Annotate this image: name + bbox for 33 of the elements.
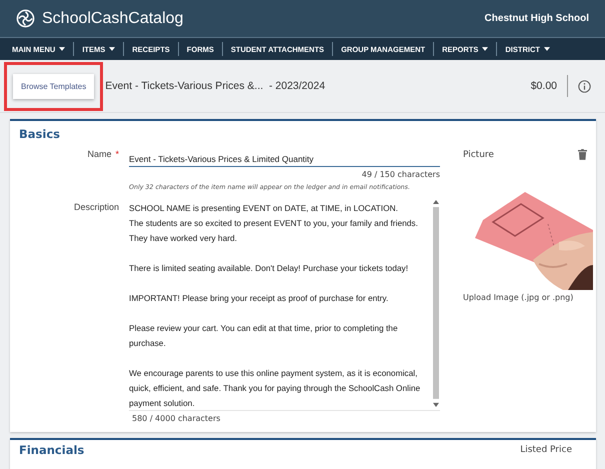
text-line: Please review your cart. You can edit at that time, prior to completing the [129,322,399,335]
listed-price-label: Listed Price [520,445,572,455]
trash-icon [578,149,587,160]
text-line: payment solution. [129,397,196,410]
caret-icon [109,47,116,51]
picture-label: Picture [463,150,494,160]
character-count: 580 / 4000 characters [132,414,222,423]
text-line: SCHOOL NAME is presenting EVENT on DATE, at TIME, in LOCATION. [129,202,400,215]
text-line: There is limited seating available. Don't Delay! Purchase your tickets today! [129,262,410,275]
info-icon [578,80,591,92]
text-line: quick, efficient, and safe. Thank you for paying through the SchoolCash Online [129,382,422,395]
caret-icon [544,47,550,51]
text-line: We encourage parents to use this online payment system, as it is economical, [129,367,418,380]
caret-icon [59,47,66,51]
required-mark: * [115,149,119,159]
field-label: Description [74,202,119,212]
description-field[interactable] [129,198,440,411]
upload-hint: Upload Image (.jpg or .png) [463,293,574,302]
field-label: Name [87,149,112,159]
text-line: The students are so excited to present EVENT to you, your family and friends. [129,217,419,230]
character-count: 49 / 150 characters [360,170,440,179]
browse-templates-button[interactable]: Browse Templates [13,74,94,98]
section-title: Basics [18,126,61,143]
item-title: Event - Tickets-Various Prices &... - 2023/2024 [105,80,326,92]
caret-icon [482,47,488,51]
text-line: They have worked very hard. [129,232,238,245]
section-title: Financials [19,443,84,457]
school-name: Chestnut High School [484,13,589,24]
swirl-logo-icon [16,9,35,28]
total-amount: $0.00 [530,80,557,92]
text-line: purchase. [129,337,167,350]
app-logo-text: SchoolCashCatalog [42,10,184,28]
text-line: IMPORTANT! Please bring your receipt as proof of purchase for entry. [129,292,390,305]
